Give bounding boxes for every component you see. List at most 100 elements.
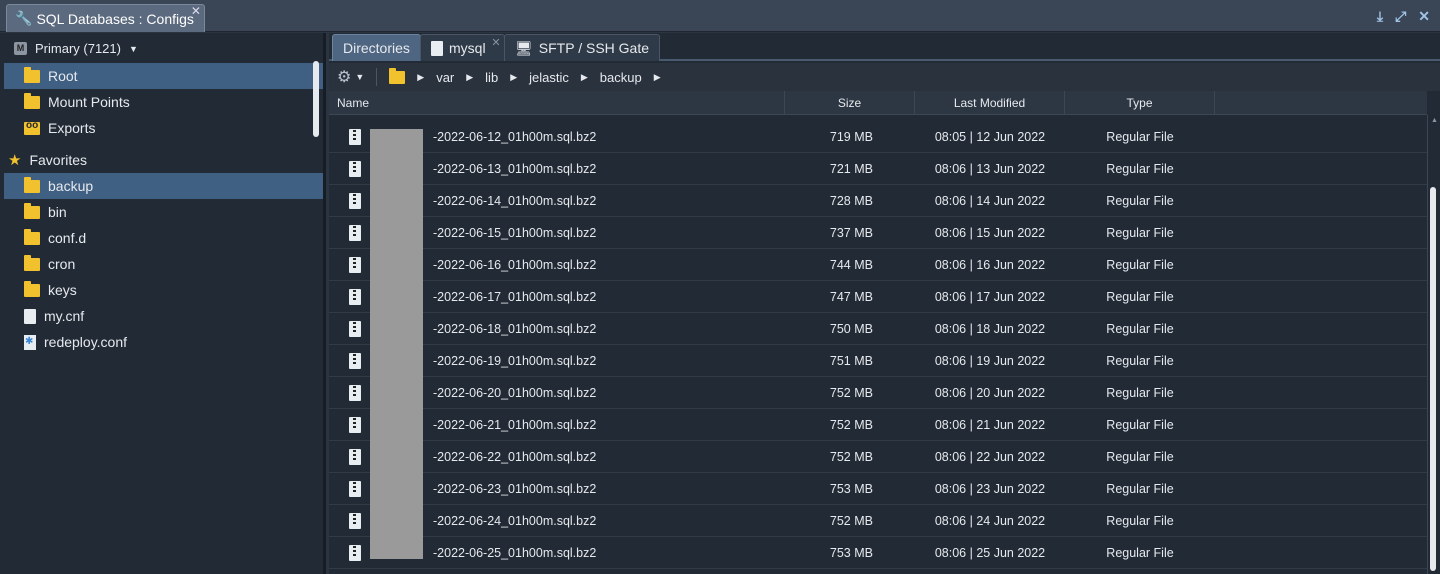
folder-icon xyxy=(24,254,40,271)
scroll-up-icon[interactable]: ▲ xyxy=(1431,117,1438,124)
close-tab-icon[interactable]: ✕ xyxy=(191,5,201,17)
sidebar-tree: Root Mount Points Exports ★Favorites bac… xyxy=(4,63,323,355)
table-row[interactable]: -2022-06-16_01h00m.sql.bz2 744 MB 08:06 | … xyxy=(329,249,1427,281)
table-row[interactable]: -2022-06-25_01h00m.sql.bz2 753 MB 08:06 | … xyxy=(329,537,1427,569)
folder-icon xyxy=(24,176,40,193)
file-size: 752 MB xyxy=(829,417,873,432)
config-file-icon xyxy=(24,334,36,350)
file-modified: 08:06 | 25 Jun 2022 xyxy=(934,545,1046,560)
file-name: -2022-06-20_01h00m.sql.bz2 xyxy=(433,385,597,400)
file-modified: 08:06 | 18 Jun 2022 xyxy=(934,321,1046,336)
table-row[interactable]: -2022-06-19_01h00m.sql.bz2 751 MB 08:06 | … xyxy=(329,345,1427,377)
file-type: Regular File xyxy=(1106,417,1174,432)
table-row[interactable]: -2022-06-24_01h00m.sql.bz2 752 MB 08:06 | … xyxy=(329,505,1427,537)
file-type: Regular File xyxy=(1106,289,1174,304)
column-header-size[interactable]: Size xyxy=(785,91,915,115)
table-row[interactable]: -2022-06-23_01h00m.sql.bz2 753 MB 08:06 | … xyxy=(329,473,1427,505)
star-icon: ★ xyxy=(8,152,22,169)
column-header-name[interactable]: Name xyxy=(329,91,785,115)
scrollbar-thumb[interactable] xyxy=(1430,187,1436,571)
favorites-header[interactable]: ★ Favorites xyxy=(4,147,323,173)
sidebar-item-keys[interactable]: keys xyxy=(4,277,323,303)
table-row[interactable]: -2022-06-18_01h00m.sql.bz2 750 MB 08:06 | … xyxy=(329,313,1427,345)
file-size: 721 MB xyxy=(829,161,873,176)
table-row[interactable]: -2022-06-12_01h00m.sql.bz2 719 MB 08:05 | … xyxy=(329,121,1427,153)
folder-icon xyxy=(24,202,40,219)
breadcrumb-backup[interactable]: backup xyxy=(600,70,642,85)
sidebar-scrollbar[interactable] xyxy=(313,61,319,137)
file-name: -2022-06-22_01h00m.sql.bz2 xyxy=(433,449,597,464)
window-titlebar: 🔧 SQL Databases : Configs ✕ ⤓ ⤢ ✕ xyxy=(0,0,1440,32)
monitor-icon: 🖥 xyxy=(515,39,533,56)
archive-file-icon xyxy=(349,288,361,305)
table-row[interactable]: -2022-06-15_01h00m.sql.bz2 737 MB 08:06 | … xyxy=(329,217,1427,249)
archive-file-icon xyxy=(349,160,361,177)
file-list-scrollbar[interactable]: ▲ xyxy=(1427,115,1440,574)
column-header-type[interactable]: Type xyxy=(1065,91,1215,115)
folder-icon xyxy=(24,280,40,297)
sidebar-item-conf-d[interactable]: conf.d xyxy=(4,225,323,251)
file-modified: 08:06 | 23 Jun 2022 xyxy=(934,481,1046,496)
sidebar-item-root[interactable]: Root xyxy=(4,63,323,89)
file-size: 752 MB xyxy=(829,513,873,528)
sidebar-item-redeploy-conf[interactable]: redeploy.conf xyxy=(4,329,323,355)
environment-selector[interactable]: M Primary (7121) ▼ xyxy=(14,41,138,56)
file-modified: 08:06 | 17 Jun 2022 xyxy=(934,289,1046,304)
column-header-modified[interactable]: Last Modified xyxy=(915,91,1065,115)
table-row[interactable]: -2022-06-17_01h00m.sql.bz2 747 MB 08:06 | … xyxy=(329,281,1427,313)
folder-icon[interactable] xyxy=(389,67,406,84)
file-manager-panel: Directories mysql ✕ 🖥 SFTP / SSH Gate ⚙ ▼ ▶… xyxy=(329,33,1440,574)
file-modified: 08:06 | 21 Jun 2022 xyxy=(934,417,1046,432)
download-icon[interactable]: ⤓ xyxy=(1377,8,1383,25)
chevron-right-icon: ▶ xyxy=(653,71,661,82)
file-name: -2022-06-21_01h00m.sql.bz2 xyxy=(433,417,597,432)
chevron-right-icon: ▶ xyxy=(510,71,518,82)
chevron-down-icon: ▼ xyxy=(128,43,138,54)
file-size: 751 MB xyxy=(829,353,873,368)
table-row[interactable]: -2022-06-13_01h00m.sql.bz2 721 MB 08:06 | … xyxy=(329,153,1427,185)
tab-mysql[interactable]: mysql ✕ xyxy=(420,34,505,61)
file-name: -2022-06-25_01h00m.sql.bz2 xyxy=(433,545,597,560)
breadcrumb-lib[interactable]: lib xyxy=(485,70,498,85)
breadcrumb-jelastic[interactable]: jelastic xyxy=(529,70,569,85)
breadcrumb-var[interactable]: var xyxy=(436,70,454,85)
file-size: 747 MB xyxy=(829,289,873,304)
close-icon[interactable]: ✕ xyxy=(1418,8,1430,25)
gear-menu[interactable]: ⚙ ▼ xyxy=(337,67,364,87)
archive-file-icon xyxy=(349,320,361,337)
table-row[interactable]: -2022-06-22_01h00m.sql.bz2 752 MB 08:06 | … xyxy=(329,441,1427,473)
sidebar-item-cron[interactable]: cron xyxy=(4,251,323,277)
table-row[interactable]: -2022-06-21_01h00m.sql.bz2 752 MB 08:06 | … xyxy=(329,409,1427,441)
file-type: Regular File xyxy=(1106,257,1174,272)
file-type: Regular File xyxy=(1106,449,1174,464)
file-type: Regular File xyxy=(1106,385,1174,400)
tab-directories[interactable]: Directories xyxy=(332,34,421,61)
archive-file-icon xyxy=(349,384,361,401)
table-row[interactable]: -2022-06-14_01h00m.sql.bz2 728 MB 08:06 | … xyxy=(329,185,1427,217)
file-name: -2022-06-13_01h00m.sql.bz2 xyxy=(433,161,597,176)
close-icon[interactable]: ✕ xyxy=(491,36,500,49)
tab-sftp-ssh-gate[interactable]: 🖥 SFTP / SSH Gate xyxy=(504,34,661,61)
window-tab[interactable]: 🔧 SQL Databases : Configs ✕ xyxy=(6,4,205,32)
file-size: 752 MB xyxy=(829,449,873,464)
file-name: -2022-06-17_01h00m.sql.bz2 xyxy=(433,289,597,304)
file-type: Regular File xyxy=(1106,353,1174,368)
chevron-right-icon: ▶ xyxy=(466,71,474,82)
archive-file-icon xyxy=(349,352,361,369)
sidebar-item-exports[interactable]: Exports xyxy=(4,115,323,141)
file-modified: 08:05 | 12 Jun 2022 xyxy=(934,129,1046,144)
sidebar-item-backup[interactable]: backup xyxy=(4,173,323,199)
expand-icon[interactable]: ⤢ xyxy=(1395,8,1406,25)
file-type: Regular File xyxy=(1106,129,1174,144)
file-modified: 08:06 | 14 Jun 2022 xyxy=(934,193,1046,208)
file-size: 744 MB xyxy=(829,257,873,272)
file-modified: 08:06 | 13 Jun 2022 xyxy=(934,161,1046,176)
sidebar-item-bin[interactable]: bin xyxy=(4,199,323,225)
file-size: 719 MB xyxy=(829,129,873,144)
file-modified: 08:06 | 20 Jun 2022 xyxy=(934,385,1046,400)
node-badge: M xyxy=(14,42,27,55)
sidebar-item-mount-points[interactable]: Mount Points xyxy=(4,89,323,115)
sidebar-item-my-cnf[interactable]: my.cnf xyxy=(4,303,323,329)
archive-file-icon xyxy=(349,128,361,145)
table-row[interactable]: -2022-06-20_01h00m.sql.bz2 752 MB 08:06 | … xyxy=(329,377,1427,409)
